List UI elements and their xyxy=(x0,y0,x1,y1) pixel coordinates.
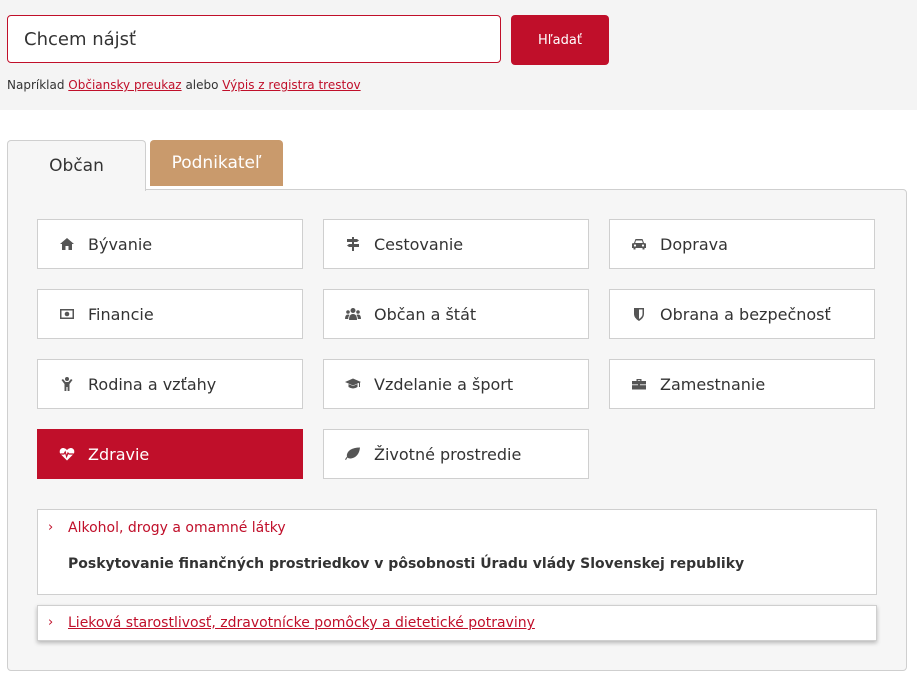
category-label: Zdravie xyxy=(88,444,150,464)
category-zivotne-prostredie[interactable]: Životné prostredie xyxy=(323,429,589,479)
users-icon xyxy=(344,306,362,322)
subcategory-item-poskytovanie[interactable]: Poskytovanie finančných prostriedkov v p… xyxy=(68,556,744,572)
hint-prefix: Napríklad xyxy=(7,78,65,92)
category-label: Rodina a vzťahy xyxy=(88,374,217,394)
graduation-cap-icon xyxy=(344,376,362,392)
search-area: Hľadať Napríklad Občiansky preukaz alebo… xyxy=(0,0,917,110)
tab-podnikatel[interactable]: Podnikateľ xyxy=(150,140,283,186)
child-icon xyxy=(58,376,76,392)
leaf-icon xyxy=(344,446,362,462)
category-label: Bývanie xyxy=(88,234,153,254)
shield-icon xyxy=(630,306,648,322)
subcategory-link-liekova[interactable]: Lieková starostlivosť, zdravotnícke pomô… xyxy=(68,615,535,631)
signpost-icon xyxy=(344,236,362,252)
tab-obcan[interactable]: Občan xyxy=(7,140,146,191)
category-financie[interactable]: Financie xyxy=(37,289,303,339)
category-label: Občan a štát xyxy=(374,304,477,324)
search-button[interactable]: Hľadať xyxy=(511,15,609,65)
category-byvanie[interactable]: Bývanie xyxy=(37,219,303,269)
subcategory-box-liekova: › Lieková starostlivosť, zdravotnícke po… xyxy=(37,605,877,641)
subcategory-link-alkohol[interactable]: Alkohol, drogy a omamné látky xyxy=(68,520,286,536)
category-obrana-a-bezpecnost[interactable]: Obrana a bezpečnosť xyxy=(609,289,875,339)
hint-middle: alebo xyxy=(185,78,219,92)
category-obcan-a-stat[interactable]: Občan a štát xyxy=(323,289,589,339)
category-label: Zamestnanie xyxy=(660,374,766,394)
category-label: Vzdelanie a šport xyxy=(374,374,514,394)
home-icon xyxy=(58,236,76,252)
car-icon xyxy=(630,236,648,252)
hint-link-vypis-z-registra[interactable]: Výpis z registra trestov xyxy=(222,78,360,92)
category-label: Doprava xyxy=(660,234,728,254)
chevron-right-icon: › xyxy=(48,615,54,630)
category-zamestnanie[interactable]: Zamestnanie xyxy=(609,359,875,409)
search-input[interactable] xyxy=(7,15,501,63)
category-vzdelanie-a-sport[interactable]: Vzdelanie a šport xyxy=(323,359,589,409)
subcategory-box-alkohol: › Alkohol, drogy a omamné látky Poskytov… xyxy=(37,509,877,595)
category-rodina-a-vztahy[interactable]: Rodina a vzťahy xyxy=(37,359,303,409)
category-label: Cestovanie xyxy=(374,234,464,254)
money-icon xyxy=(58,306,76,322)
search-hint: Napríklad Občiansky preukaz alebo Výpis … xyxy=(7,78,361,92)
category-zdravie[interactable]: Zdravie xyxy=(37,429,303,479)
category-cestovanie[interactable]: Cestovanie xyxy=(323,219,589,269)
hint-link-obciansky-preukaz[interactable]: Občiansky preukaz xyxy=(68,78,181,92)
category-doprava[interactable]: Doprava xyxy=(609,219,875,269)
category-label: Financie xyxy=(88,304,154,324)
briefcase-icon xyxy=(630,376,648,392)
chevron-right-icon: › xyxy=(48,520,54,535)
category-label: Životné prostredie xyxy=(374,444,522,464)
category-label: Obrana a bezpečnosť xyxy=(660,304,831,324)
heartbeat-icon xyxy=(58,446,76,462)
